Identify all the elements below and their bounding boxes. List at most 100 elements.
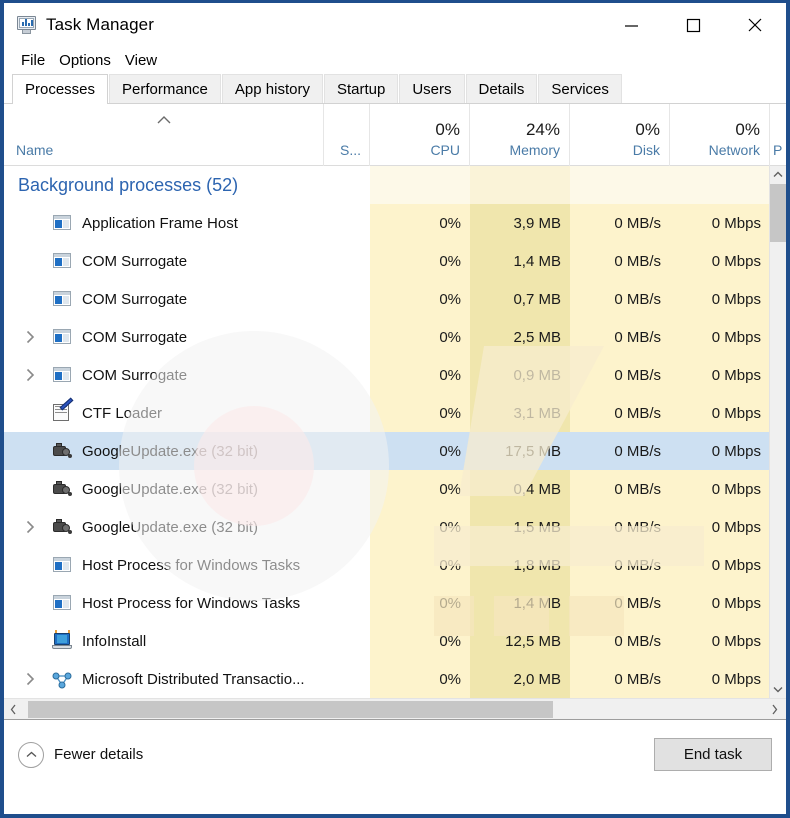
table-row[interactable]: GoogleUpdate.exe (32 bit) 0% 0,4 MB 0 MB… [4,470,778,508]
window-icon [52,593,72,613]
cell-disk: 0 MB/s [570,660,670,698]
cell-network: 0 Mbps [670,546,770,584]
window-icon [52,289,72,309]
process-name: Microsoft Distributed Transactio... [82,671,305,688]
close-button[interactable] [724,3,786,47]
cell-cpu: 0% [370,204,470,242]
tab-strip: Processes Performance App history Startu… [4,73,786,104]
process-name: GoogleUpdate.exe (32 bit) [82,443,258,460]
scroll-down-arrow-icon[interactable] [770,681,786,698]
cell-disk: 0 MB/s [570,280,670,318]
table-row[interactable]: COM Surrogate 0% 0,7 MB 0 MB/s 0 Mbps [4,280,778,318]
vertical-scrollbar-thumb[interactable] [770,184,786,242]
window-icon [52,365,72,385]
cell-network: 0 Mbps [670,242,770,280]
cell-network: 0 Mbps [670,204,770,242]
row-name-cell: Application Frame Host [4,204,370,242]
process-name: CTF Loader [82,405,162,422]
cell-memory: 12,5 MB [470,622,570,660]
cell-network: 0 Mbps [670,508,770,546]
scroll-right-arrow-icon[interactable] [765,699,784,720]
tab-processes[interactable]: Processes [12,74,108,104]
table-row[interactable]: Host Process for Windows Tasks 0% 1,4 MB… [4,584,778,622]
process-name: Application Frame Host [82,215,238,232]
expand-chevron-icon[interactable] [18,330,42,344]
cell-memory: 1,4 MB [470,584,570,622]
tab-performance[interactable]: Performance [109,74,221,103]
column-label-cpu: CPU [370,141,469,159]
table-row[interactable]: COM Surrogate 0% 0,9 MB 0 MB/s 0 Mbps [4,356,778,394]
process-list: Background processes (52) Application Fr… [4,166,786,698]
table-row[interactable]: InfoInstall 0% 12,5 MB 0 MB/s 0 Mbps [4,622,778,660]
horizontal-scrollbar[interactable] [4,698,786,719]
process-rows: Background processes (52) Application Fr… [4,166,778,698]
cell-cpu: 0% [370,318,470,356]
menu-item-file[interactable]: File [14,51,52,70]
column-label-memory: Memory [470,141,569,159]
column-header-status[interactable]: S... [324,104,370,166]
table-row[interactable]: CTF Loader 0% 3,1 MB 0 MB/s 0 Mbps [4,394,778,432]
process-name: GoogleUpdate.exe (32 bit) [82,481,258,498]
expand-chevron-icon[interactable] [18,520,42,534]
tab-app-history[interactable]: App history [222,74,323,103]
minimize-button[interactable] [600,3,662,47]
column-total-cpu: 0% [370,119,469,141]
table-row[interactable]: COM Surrogate 0% 2,5 MB 0 MB/s 0 Mbps [4,318,778,356]
tab-startup[interactable]: Startup [324,74,398,103]
cell-memory: 0,4 MB [470,470,570,508]
cell-network: 0 Mbps [670,394,770,432]
maximize-button[interactable] [662,3,724,47]
cell-memory: 2,0 MB [470,660,570,698]
row-name-cell: CTF Loader [4,394,370,432]
menu-item-options[interactable]: Options [52,51,118,70]
table-row[interactable]: Microsoft Distributed Transactio... 0% 2… [4,660,778,698]
cell-network: 0 Mbps [670,470,770,508]
table-row[interactable]: GoogleUpdate.exe (32 bit) 0% 1,5 MB 0 MB… [4,508,778,546]
expand-chevron-icon[interactable] [18,672,42,686]
column-header-memory[interactable]: 24% Memory [470,104,570,166]
footer-bar: Fewer details End task [4,719,786,789]
end-task-button[interactable]: End task [654,738,772,771]
cell-memory: 3,9 MB [470,204,570,242]
table-row-selected[interactable]: GoogleUpdate.exe (32 bit) 0% 17,5 MB 0 M… [4,432,778,470]
menu-item-view[interactable]: View [118,51,164,70]
process-name: COM Surrogate [82,253,187,270]
scroll-left-arrow-icon[interactable] [4,699,23,720]
horizontal-scrollbar-thumb[interactable] [28,701,553,718]
column-header-name[interactable]: Name [4,104,324,166]
cell-cpu: 0% [370,508,470,546]
cell-memory: 17,5 MB [470,432,570,470]
tab-users[interactable]: Users [399,74,464,103]
column-total-disk: 0% [570,119,669,141]
table-row[interactable]: Application Frame Host 0% 3,9 MB 0 MB/s … [4,204,778,242]
scroll-up-arrow-icon[interactable] [770,166,786,183]
cell-network: 0 Mbps [670,622,770,660]
network-nodes-icon [52,669,72,689]
fewer-details-button[interactable]: Fewer details [18,742,143,768]
google-update-icon [52,479,72,499]
task-manager-window: Task Manager File Options View Processes… [0,0,790,818]
cell-cpu: 0% [370,622,470,660]
column-header-cpu[interactable]: 0% CPU [370,104,470,166]
column-header-power[interactable]: P [770,104,786,166]
tab-details[interactable]: Details [466,74,538,103]
column-header-network[interactable]: 0% Network [670,104,770,166]
cell-disk: 0 MB/s [570,508,670,546]
group-header-background-processes[interactable]: Background processes (52) [4,166,778,204]
expand-chevron-icon[interactable] [18,368,42,382]
vertical-scrollbar[interactable] [769,166,786,698]
group-cell-cpu [370,166,470,204]
cell-memory: 2,5 MB [470,318,570,356]
cell-network: 0 Mbps [670,432,770,470]
cell-disk: 0 MB/s [570,242,670,280]
row-name-cell: Host Process for Windows Tasks [4,584,370,622]
cell-cpu: 0% [370,280,470,318]
menu-bar: File Options View [4,47,786,73]
table-row[interactable]: COM Surrogate 0% 1,4 MB 0 MB/s 0 Mbps [4,242,778,280]
cell-disk: 0 MB/s [570,432,670,470]
cell-cpu: 0% [370,470,470,508]
row-name-cell: Host Process for Windows Tasks [4,546,370,584]
column-header-disk[interactable]: 0% Disk [570,104,670,166]
tab-services[interactable]: Services [538,74,622,103]
table-row[interactable]: Host Process for Windows Tasks 0% 1,8 MB… [4,546,778,584]
